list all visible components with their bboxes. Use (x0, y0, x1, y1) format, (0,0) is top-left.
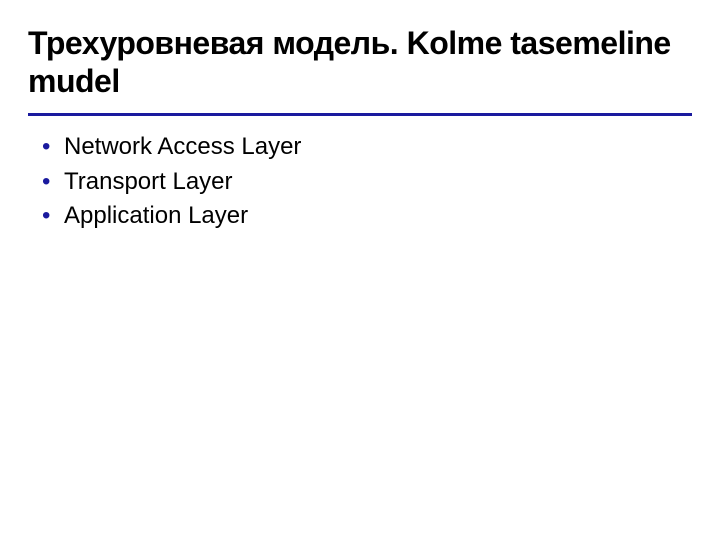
list-item: Transport Layer (42, 165, 692, 200)
list-item: Application Layer (42, 199, 692, 234)
slide-title: Трехуровневая модель. Kolme tasemeline m… (28, 24, 692, 101)
bullet-list: Network Access Layer Transport Layer App… (28, 130, 692, 234)
list-item: Network Access Layer (42, 130, 692, 165)
title-underline (28, 113, 692, 116)
